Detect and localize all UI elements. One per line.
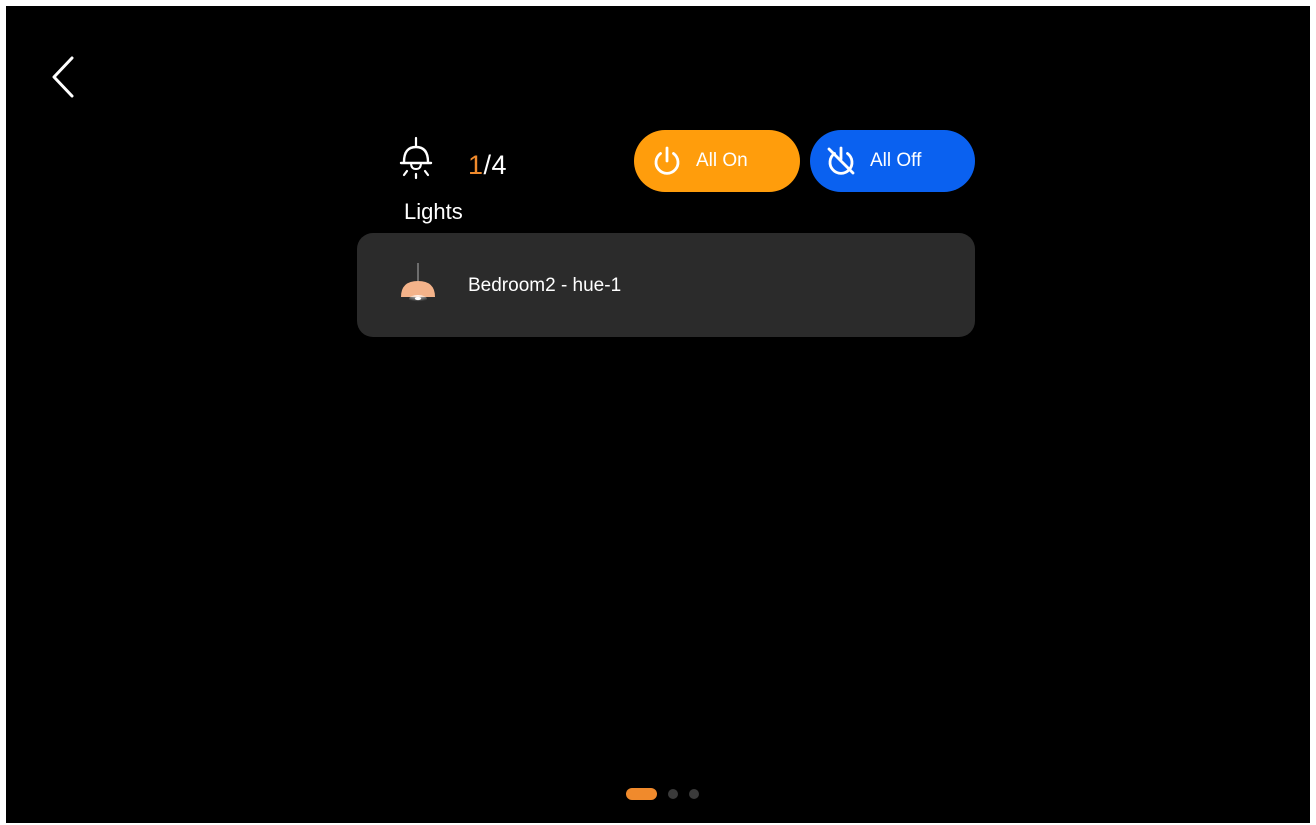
ceiling-light-icon [396,136,436,186]
back-button[interactable] [42,52,86,102]
count-total: /4 [483,150,508,180]
power-off-icon [824,144,858,178]
page-dot[interactable] [689,789,699,799]
chevron-left-icon [52,56,74,98]
all-off-button[interactable]: All Off [810,130,975,192]
page-indicator[interactable] [626,787,699,801]
screen: 1/4 Lights All On All Off Bedroom2 - hue… [6,6,1310,823]
all-on-label: All On [696,150,748,171]
lights-on-count: 1/4 [468,149,507,181]
page-dot[interactable] [668,789,678,799]
all-off-label: All Off [870,150,922,171]
pendant-lamp-icon [397,261,439,307]
device-name: Bedroom2 - hue-1 [468,275,622,296]
page-dot-active[interactable] [626,788,657,800]
section-title: Lights [404,199,463,224]
device-card[interactable]: Bedroom2 - hue-1 [357,233,975,337]
power-icon [650,144,684,178]
all-on-button[interactable]: All On [634,130,800,192]
count-on: 1 [468,150,484,180]
